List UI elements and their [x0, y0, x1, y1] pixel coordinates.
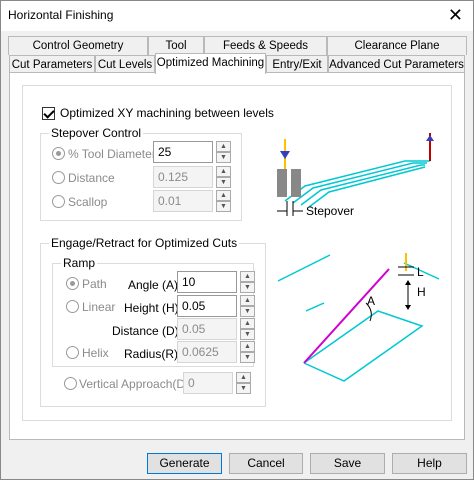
ramp-legend: Ramp [61, 256, 98, 270]
scallop-input[interactable]: 0.01 [153, 190, 213, 212]
helix-radio[interactable] [66, 346, 79, 359]
stepover-diagram-label: Stepover [306, 204, 355, 218]
save-button[interactable]: Save [310, 453, 385, 474]
optimized-xy-label: Optimized XY machining between levels [60, 106, 274, 120]
height-spinner[interactable]: ▲ ▼ [240, 295, 255, 317]
tool-diameter-spinner[interactable]: ▲ ▼ [216, 141, 231, 163]
path-label: Path [82, 277, 107, 291]
vertical-approach-radio[interactable] [64, 377, 77, 390]
tab-optimized-machining[interactable]: Optimized Machining [155, 53, 266, 74]
ramp-diagram-l-label: L [417, 265, 424, 279]
help-button[interactable]: Help [392, 453, 467, 474]
generate-button[interactable]: Generate [147, 453, 222, 474]
angle-label: Angle (A) [128, 278, 179, 292]
distance-d-spinner[interactable]: ▲ ▼ [240, 318, 255, 340]
vertical-approach-spinner[interactable]: ▲ ▼ [236, 372, 251, 394]
vertical-approach-label: Vertical Approach(D) [79, 377, 190, 391]
tab-control-geometry[interactable]: Control Geometry [8, 36, 148, 55]
ramp-diagram-h-label: H [417, 285, 426, 299]
scallop-spinner[interactable]: ▲ ▼ [216, 190, 231, 212]
radius-spinner[interactable]: ▲ ▼ [240, 341, 255, 363]
distance-d-label: Distance (D) [112, 324, 179, 338]
radius-label: Radius(R) [124, 347, 179, 361]
angle-spinner[interactable]: ▲ ▼ [240, 271, 255, 293]
path-radio[interactable] [66, 277, 79, 290]
linear-label: Linear [82, 300, 116, 314]
vertical-approach-input[interactable]: 0 [183, 372, 233, 394]
distance-radio[interactable] [52, 171, 65, 184]
height-input[interactable]: 0.05 [177, 295, 237, 317]
tab-page-optimized-machining: Optimized XY machining between levels St… [9, 72, 465, 440]
tool-diameter-radio[interactable] [52, 147, 65, 160]
distance-d-input[interactable]: 0.05 [177, 318, 237, 340]
stepover-legend: Stepover Control [49, 126, 144, 140]
radius-input[interactable]: 0.0625 [177, 341, 237, 363]
ramp-diagram [277, 253, 440, 382]
tool-diameter-label: % Tool Diameter [68, 147, 156, 161]
cancel-button[interactable]: Cancel [229, 453, 303, 474]
scallop-label: Scallop [68, 195, 108, 209]
angle-input[interactable]: 10 [177, 271, 237, 293]
ramp-diagram-a-label: A [367, 294, 376, 308]
optimized-xy-checkbox[interactable] [42, 107, 55, 120]
tab-clearance-plane[interactable]: Clearance Plane [327, 36, 467, 55]
dialog-window: Horizontal Finishing ✕ Control Geometry … [0, 0, 474, 480]
linear-radio[interactable] [66, 300, 79, 313]
scallop-radio[interactable] [52, 195, 65, 208]
window-title: Horizontal Finishing [8, 8, 114, 22]
distance-label: Distance [68, 171, 115, 185]
close-icon[interactable]: ✕ [448, 6, 463, 24]
helix-label: Helix [82, 346, 109, 360]
distance-input[interactable]: 0.125 [153, 166, 213, 188]
height-label: Height (H) [124, 301, 179, 315]
tool-diameter-input[interactable]: 25 [153, 141, 213, 163]
distance-spinner[interactable]: ▲ ▼ [216, 166, 231, 188]
engage-retract-legend: Engage/Retract for Optimized Cuts [49, 236, 240, 250]
stepover-diagram [277, 133, 434, 216]
title-bar: Horizontal Finishing ✕ [1, 1, 473, 31]
